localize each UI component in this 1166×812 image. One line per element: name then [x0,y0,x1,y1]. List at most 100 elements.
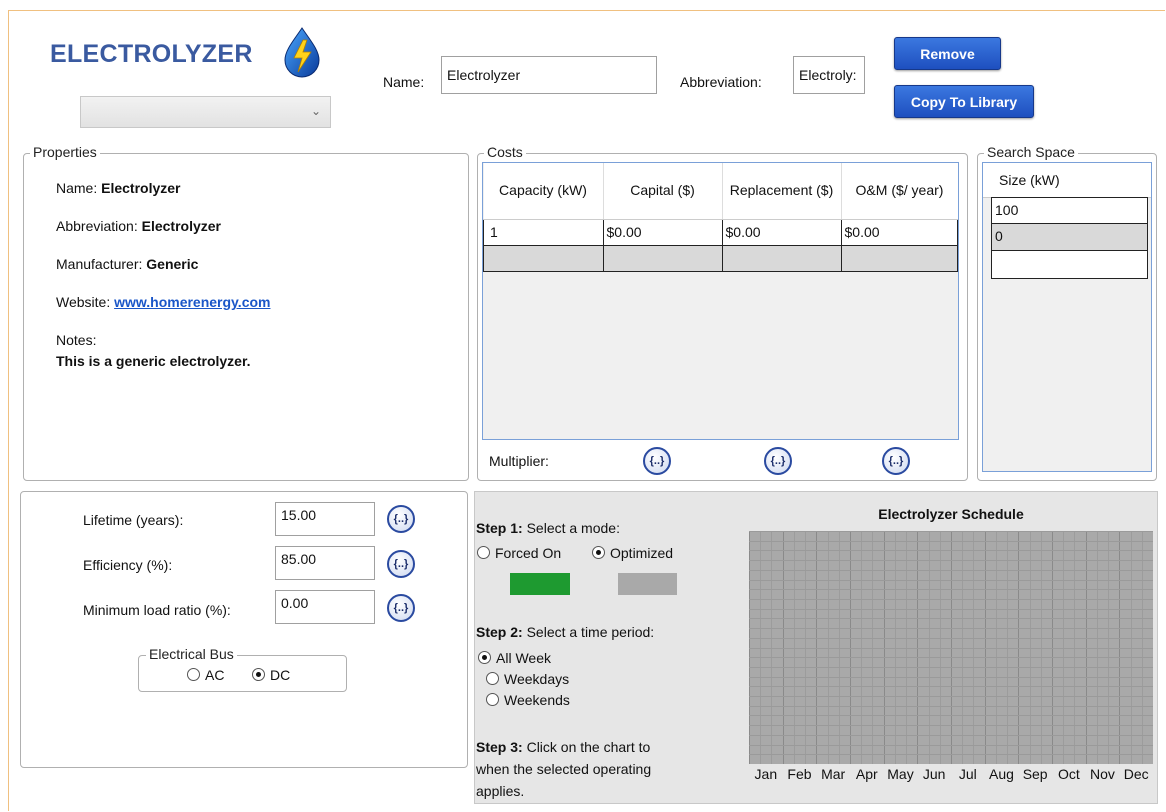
costs-header-om[interactable]: O&M ($/ year) [841,163,958,220]
prop-abbr-label: Abbreviation: [56,218,138,234]
page-title: ELECTROLYZER [50,40,253,68]
prop-manufacturer-value: Generic [146,256,199,272]
minload-label: Minimum load ratio (%): [83,602,231,618]
minload-input[interactable]: 0.00 [275,590,375,624]
costs-header-capacity[interactable]: Capacity (kW) [483,163,604,220]
month-label: Jan [754,766,778,782]
prop-notes-value: This is a generic electrolyzer. [56,353,251,369]
cost-cell-replacement[interactable]: $0.00 [721,218,842,246]
lifetime-sensitivity-button[interactable]: {..} [387,505,415,533]
month-label: Oct [1057,766,1080,782]
month-label: Feb [787,766,812,782]
step3-line1: Click on the chart to [526,739,651,755]
month-label: Jul [958,766,977,782]
cost-new-row-cell[interactable] [483,244,604,272]
size-header[interactable]: Size (kW) [983,163,1151,198]
step1-text: Step 1: Select a mode: [476,520,620,536]
month-label: Mar [821,766,846,782]
month-label: Dec [1123,766,1149,782]
om-multiplier-button[interactable]: {..} [882,447,910,475]
copy-to-library-button[interactable]: Copy To Library [894,85,1034,118]
bus-ac-radio[interactable]: AC [187,667,224,683]
chevron-down-icon: ⌄ [310,104,321,118]
component-select[interactable]: ⌄ [80,96,331,128]
step3-line3: applies. [476,783,525,799]
step2-text: Step 2: Select a time period: [476,624,654,640]
radio-optimized-icon [592,546,605,559]
period-weekends-radio[interactable]: Weekends [486,692,570,708]
prop-name: Name: Electrolyzer [56,180,181,196]
size-cell-1[interactable]: 100 [991,197,1148,224]
schedule-grid-svg [749,531,1154,765]
prop-notes-label: Notes: [56,332,97,348]
mode-optimized-radio[interactable]: Optimized [592,545,692,561]
search-space-legend: Search Space [984,144,1078,160]
radio-weekdays-icon [486,672,499,685]
replacement-multiplier-button[interactable]: {..} [764,447,792,475]
prop-abbreviation: Abbreviation: Electrolyzer [56,218,221,234]
cost-new-row-cell[interactable] [721,244,842,272]
forced-color-swatch [510,573,570,595]
cost-new-row-cell[interactable] [602,244,723,272]
search-space-table[interactable]: Size (kW) 100 0 [982,162,1152,472]
step2-desc: Select a time period: [526,624,655,640]
schedule-chart-title: Electrolyzer Schedule [878,506,1024,522]
bus-dc-radio[interactable]: DC [252,667,290,683]
step3-bold: Step 3: [476,739,523,755]
radio-forced-icon [477,546,490,559]
bus-dc-label: DC [270,667,291,683]
remove-button[interactable]: Remove [894,37,1001,70]
period-allweek-radio[interactable]: All Week [478,650,551,666]
properties-legend: Properties [30,144,100,160]
optimized-color-swatch [618,573,677,595]
radio-ac-icon [187,668,200,681]
mode-forced-radio[interactable]: Forced On [477,545,561,561]
costs-table[interactable]: Capacity (kW) Capital ($) Replacement ($… [482,162,959,440]
prop-abbr-value: Electrolyzer [141,218,221,234]
cost-cell-capacity[interactable]: 1 [483,218,604,246]
cost-new-row-cell[interactable] [840,244,958,272]
month-label: Aug [989,766,1014,782]
month-label: May [887,766,914,782]
prop-website-label: Website: [56,294,111,310]
efficiency-sensitivity-button[interactable]: {..} [387,550,415,578]
multiplier-label: Multiplier: [489,453,549,469]
size-cell-2[interactable]: 0 [991,224,1148,251]
costs-header-capital[interactable]: Capital ($) [603,163,723,220]
step1-bold: Step 1: [476,520,523,536]
capital-multiplier-button[interactable]: {..} [643,447,671,475]
electrolyzer-icon [282,26,322,78]
bus-ac-label: AC [205,667,225,683]
period-weekdays-label: Weekdays [504,671,570,687]
month-label: Nov [1090,766,1115,782]
month-label: Jun [922,766,946,782]
period-weekdays-radio[interactable]: Weekdays [486,671,569,687]
minload-sensitivity-button[interactable]: {..} [387,594,415,622]
name-input[interactable]: Electrolyzer [441,56,657,94]
month-label: Sep [1022,766,1048,782]
step2-bold: Step 2: [476,624,523,640]
costs-legend: Costs [484,144,526,160]
cost-cell-capital[interactable]: $0.00 [602,218,723,246]
schedule-chart[interactable] [749,531,1154,765]
cost-cell-om[interactable]: $0.00 [840,218,958,246]
prop-name-value: Electrolyzer [101,180,181,196]
step3-line2: when the selected operating [476,761,652,777]
costs-header-replacement[interactable]: Replacement ($) [722,163,842,220]
name-label: Name: [383,74,425,90]
mode-optimized-label: Optimized [610,545,674,561]
lifetime-label: Lifetime (years): [83,512,184,528]
abbreviation-label: Abbreviation: [680,74,762,90]
prop-website: Website: www.homerenergy.com [56,294,270,310]
month-label: Apr [855,766,878,782]
month-labels: Jan Feb Mar Apr May Jun Jul Aug Sep Oct Nov Dec [749,766,1153,784]
size-cell-3[interactable] [991,251,1148,279]
period-allweek-label: All Week [496,650,551,666]
period-weekends-label: Weekends [504,692,570,708]
abbreviation-input[interactable]: Electroly: [793,56,865,94]
website-link[interactable]: www.homerenergy.com [114,294,270,310]
radio-dc-icon [252,668,265,681]
efficiency-input[interactable]: 85.00 [275,546,375,580]
step1-desc: Select a mode: [526,520,620,536]
lifetime-input[interactable]: 15.00 [275,502,375,536]
